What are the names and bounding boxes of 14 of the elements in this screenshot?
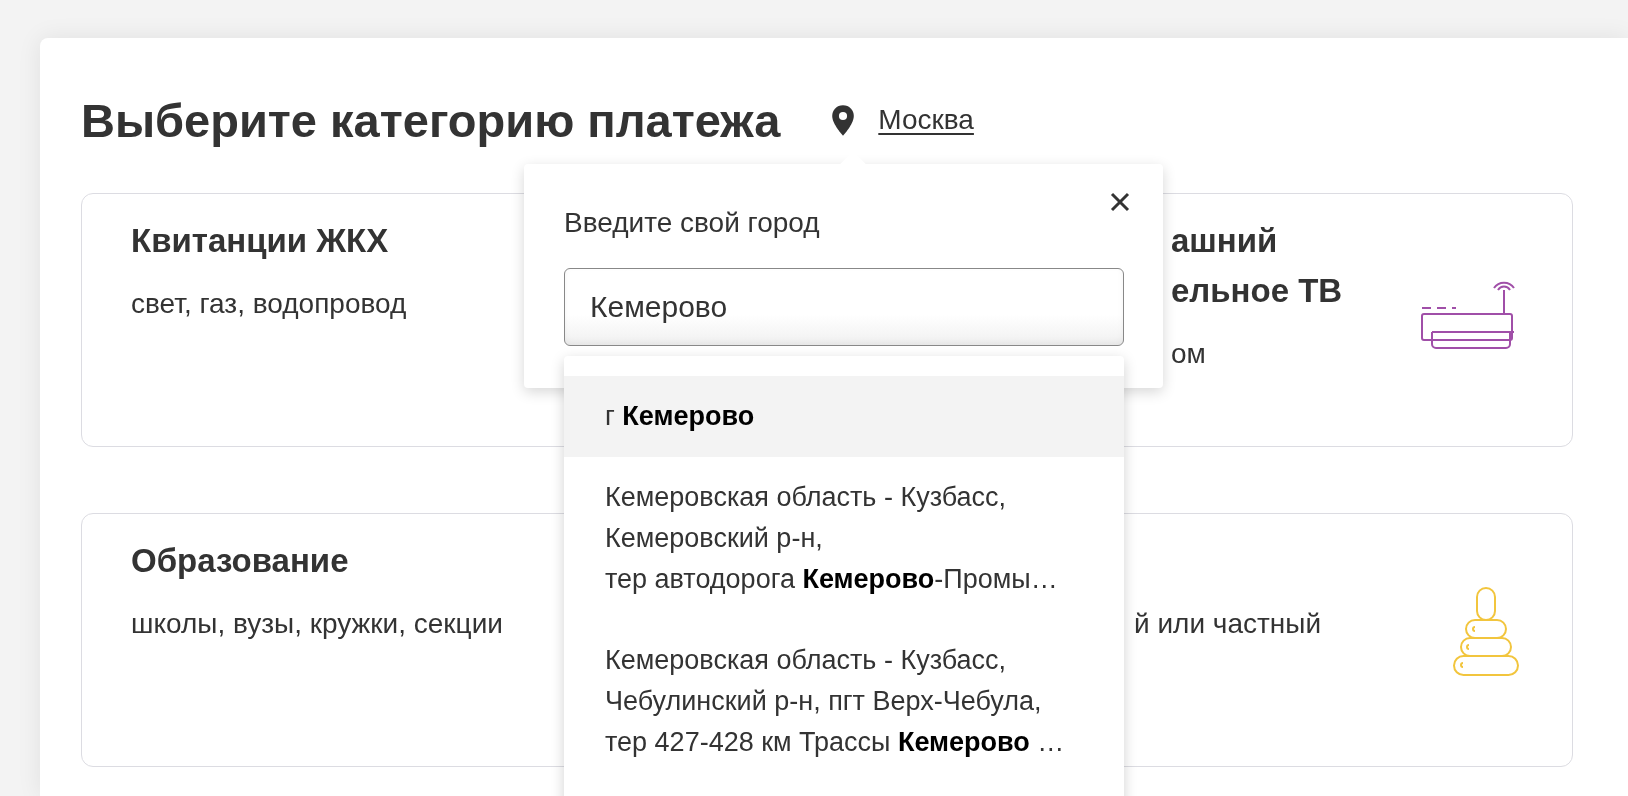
- location-pin-icon: [830, 103, 857, 137]
- city-suggestion[interactable]: г Кемерово: [564, 376, 1124, 457]
- page-title: Выберите категорию платежа: [81, 92, 781, 148]
- category-description: свет, газ, водопровод: [131, 288, 407, 319]
- city-link[interactable]: Москва: [878, 104, 974, 136]
- category-description: й или частный: [1134, 608, 1322, 639]
- category-description: школы, вузы, кружки, секции: [131, 608, 503, 639]
- close-icon[interactable]: [1110, 192, 1130, 212]
- category-title: Квитанции ЖКХ: [131, 222, 389, 259]
- category-title: ашний: [1171, 222, 1278, 259]
- city-input[interactable]: Кемерово: [564, 268, 1124, 346]
- category-title: ельное ТВ: [1171, 272, 1343, 309]
- category-description: ом: [1171, 338, 1206, 369]
- category-title: Образование: [131, 542, 349, 579]
